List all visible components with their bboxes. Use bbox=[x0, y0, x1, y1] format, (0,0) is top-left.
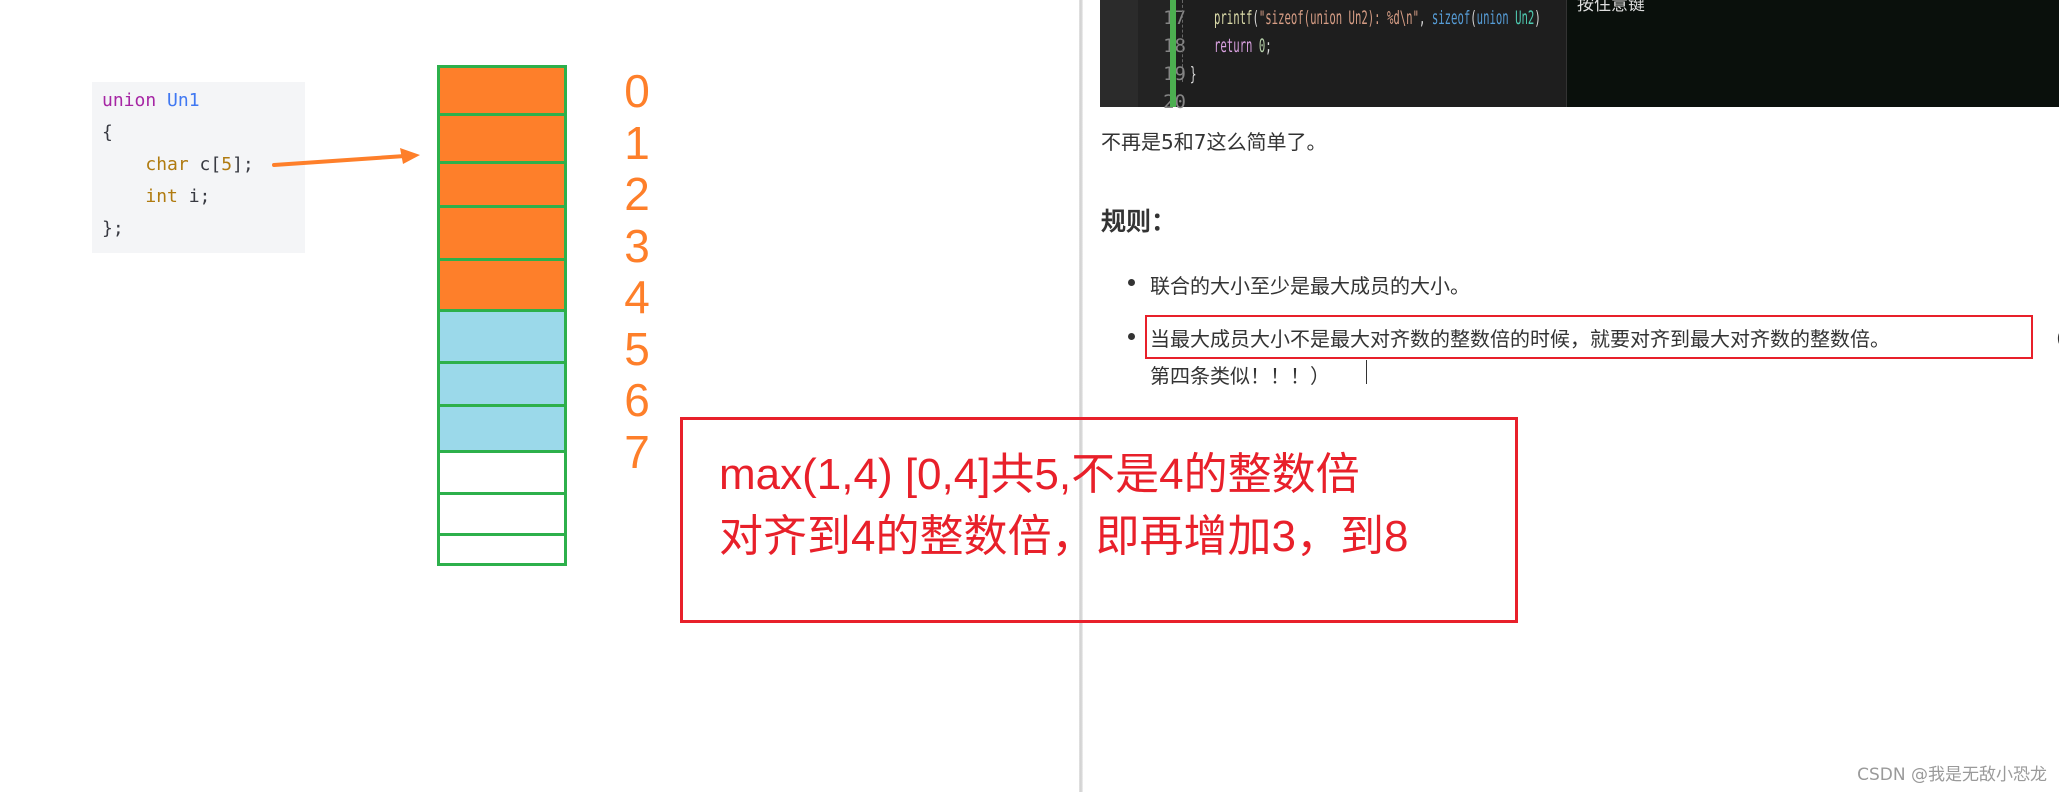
page-divider bbox=[1079, 0, 1083, 792]
byte-index: 6 bbox=[624, 374, 650, 426]
keyword: char bbox=[145, 154, 189, 175]
memory-cell-char bbox=[437, 113, 567, 164]
highlight-box bbox=[1145, 315, 2033, 359]
editor-gutter bbox=[1100, 0, 1138, 107]
line-number: 17 bbox=[1138, 7, 1186, 29]
code-text: i; bbox=[177, 186, 211, 207]
code-token: Un2 bbox=[1515, 7, 1535, 29]
code-token: union bbox=[1476, 7, 1509, 29]
keyword: int bbox=[145, 186, 178, 207]
code-line: { bbox=[102, 122, 113, 143]
intro-text: 不再是5和7这么简单了。 bbox=[1101, 130, 1327, 154]
code-line: }; bbox=[102, 218, 124, 239]
watermark: CSDN @我是无敌小恐龙 bbox=[1857, 765, 2047, 785]
memory-cell-char bbox=[437, 161, 567, 208]
code-token: printf bbox=[1214, 7, 1253, 29]
annotation-box: max(1,4) [0,4]共5,不是4的整数倍 对齐到4的整数倍，即再增加3，… bbox=[680, 417, 1518, 623]
memory-cell-char bbox=[437, 65, 567, 116]
code-line: union Un1 bbox=[102, 90, 200, 111]
code-editor: 17 18 19 20 printf("sizeof(union Un2): %… bbox=[1100, 0, 2059, 113]
bullet-icon bbox=[1128, 279, 1135, 286]
memory-cell-char bbox=[437, 205, 567, 261]
byte-index: 1 bbox=[624, 116, 650, 169]
arrow-icon bbox=[272, 148, 420, 167]
byte-index: 0 bbox=[624, 65, 650, 117]
code-line-19[interactable]: } bbox=[1190, 63, 1196, 85]
memory-cell-padding bbox=[437, 404, 567, 453]
rule-2-tail: （ bbox=[2044, 323, 2059, 352]
code-line-17[interactable]: printf("sizeof(union Un2): %d\n", sizeof… bbox=[1214, 7, 1541, 29]
type-name: Un1 bbox=[167, 90, 200, 111]
code-token: ) bbox=[1534, 7, 1541, 29]
memory-cell-padding bbox=[437, 309, 567, 364]
indent-guide bbox=[1182, 0, 1184, 82]
annotation-line-2: 对齐到4的整数倍，即再增加3，到8 bbox=[719, 512, 1409, 561]
text-cursor bbox=[1366, 360, 1367, 384]
byte-index: 3 bbox=[624, 219, 650, 272]
memory-cell-char bbox=[437, 258, 567, 312]
rule-1: 联合的大小至少是最大成员的大小。 bbox=[1150, 274, 1470, 298]
editor-side-panel: 按住意键 bbox=[1566, 0, 2059, 107]
memory-cell-padding bbox=[437, 361, 567, 407]
line-number: 18 bbox=[1138, 35, 1186, 57]
code-token: ; bbox=[1265, 35, 1272, 57]
code-line-18[interactable]: return 0; bbox=[1214, 35, 1272, 57]
byte-index: 2 bbox=[624, 168, 650, 220]
code-text: c[ bbox=[188, 154, 222, 175]
change-indicator-bar bbox=[1170, 0, 1176, 107]
line-number: 19 bbox=[1138, 63, 1186, 85]
code-text: ]; bbox=[232, 154, 254, 175]
code-token: sizeof bbox=[1431, 7, 1471, 29]
byte-index: 5 bbox=[624, 322, 650, 375]
byte-index: 7 bbox=[624, 425, 650, 478]
rules-heading: 规则： bbox=[1101, 207, 1177, 236]
line-number: 20 bbox=[1138, 91, 1186, 113]
memory-cell-empty bbox=[437, 533, 567, 566]
code-line: int i; bbox=[102, 186, 210, 207]
code-line: char c[5]; bbox=[102, 154, 254, 175]
number: 5 bbox=[221, 154, 233, 175]
keyword: union bbox=[102, 90, 157, 111]
bullet-icon bbox=[1128, 333, 1135, 340]
code-token: , bbox=[1419, 7, 1432, 29]
code-token: "sizeof(union Un2): %d\n" bbox=[1258, 7, 1420, 29]
annotation-line-1: max(1,4) [0,4]共5,不是4的整数倍 bbox=[719, 450, 1360, 499]
memory-cell-empty bbox=[437, 450, 567, 495]
hint-text: 按住意键 bbox=[1577, 0, 1645, 15]
memory-cell-empty bbox=[437, 492, 567, 536]
rule-2-continuation: 第四条类似！！！） bbox=[1150, 364, 1330, 388]
byte-index: 4 bbox=[624, 271, 650, 323]
code-token: return bbox=[1214, 35, 1253, 57]
